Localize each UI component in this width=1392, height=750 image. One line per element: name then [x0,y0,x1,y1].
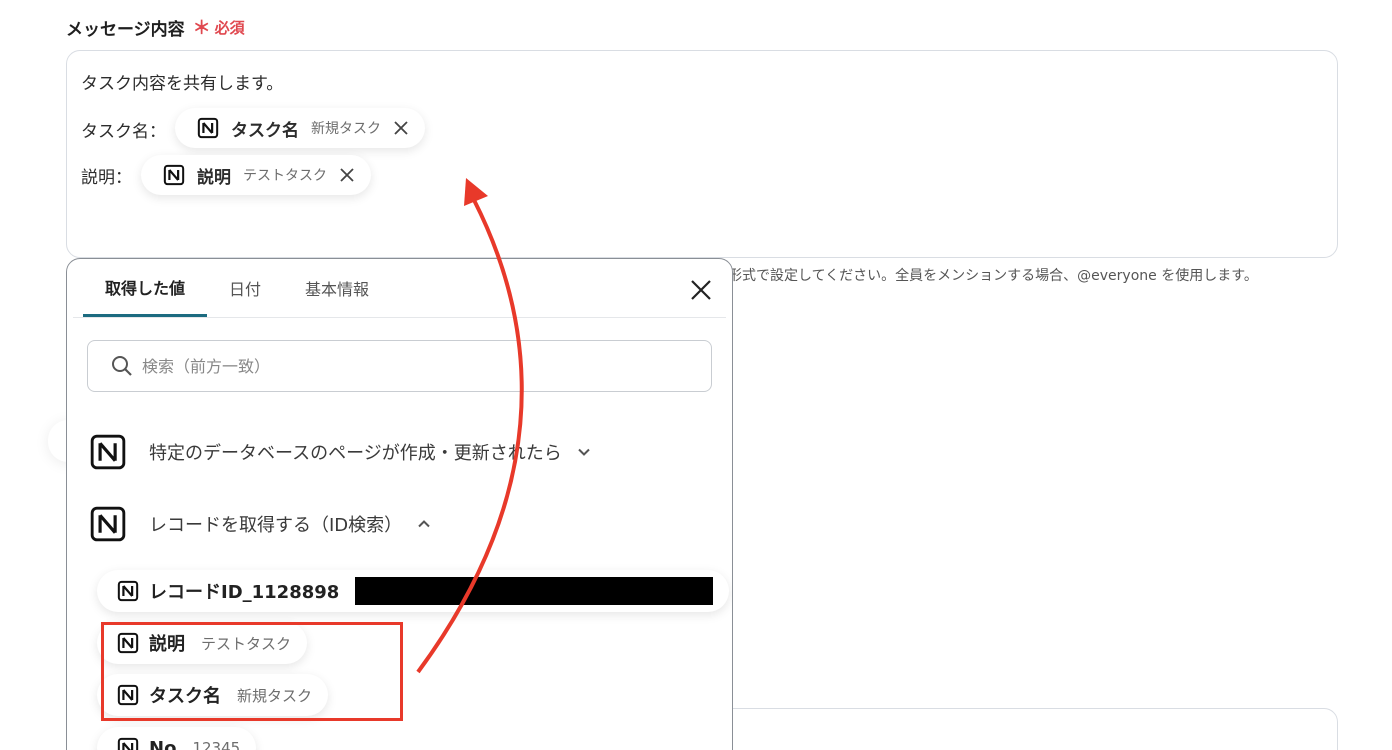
section-trigger-database[interactable]: 特定のデータベースのページが作成・更新されたら [89,433,592,471]
notion-icon [163,164,185,186]
tab-divider [73,317,726,318]
search-field[interactable] [87,340,712,392]
pill-name: 説明 [197,167,231,188]
chevron-up-icon [418,520,430,528]
tab-bar: 取得した値 日付 基本情報 [83,259,391,317]
field-label-text: メッセージ内容 [66,19,185,40]
pill-name: タスク名 [231,120,299,141]
close-icon[interactable] [337,165,357,185]
notion-icon [117,737,139,750]
notion-icon [197,117,219,139]
option-no[interactable]: No 12345 [97,727,257,750]
message-line-intro: タスク内容を共有します。 [81,74,284,94]
close-icon[interactable] [688,277,714,303]
section-get-record[interactable]: レコードを取得する（ID検索） [89,505,432,543]
section-label: 特定のデータベースのページが作成・更新されたら [149,443,562,464]
close-icon[interactable] [391,118,411,138]
tab-basic-info[interactable]: 基本情報 [283,259,391,317]
tab-date[interactable]: 日付 [207,259,283,317]
variable-pill-description[interactable]: 説明 テストタスク [141,155,371,195]
notion-icon [90,506,126,542]
search-input[interactable] [142,356,662,376]
option-name: レコードID_1128898 [149,582,340,603]
description-label: 説明： [81,168,132,188]
message-editor[interactable]: タスク内容を共有します。 タスク名： 説明： タスク名 新規タスク 説明 テスト… [66,50,1338,258]
option-record-id[interactable]: レコードID_1128898 [97,570,730,612]
pill-value: 新規タスク [311,121,381,137]
chevron-down-icon [578,448,590,456]
pill-value: テストタスク [243,168,327,184]
section-label: レコードを取得する（ID検索） [149,515,403,536]
help-text: 形式で設定してください。全員をメンションする場合、@everyone を使用しま… [728,268,1258,284]
next-field-box[interactable] [700,708,1338,750]
field-label: メッセージ内容 ＊ 必須 [66,14,245,40]
required-mark: ＊ [192,18,211,39]
annotation-highlight-box [101,622,403,721]
search-icon [112,356,132,376]
redacted-value [355,577,714,605]
notion-icon [117,580,139,602]
task-name-label: タスク名： [81,122,166,142]
tab-acquired-values[interactable]: 取得した値 [83,259,208,317]
option-name: No [149,737,177,750]
notion-icon [90,434,126,470]
variable-pill-task-name[interactable]: タスク名 新規タスク [175,108,425,148]
option-value: 12345 [192,739,241,750]
required-text: 必須 [214,18,245,37]
